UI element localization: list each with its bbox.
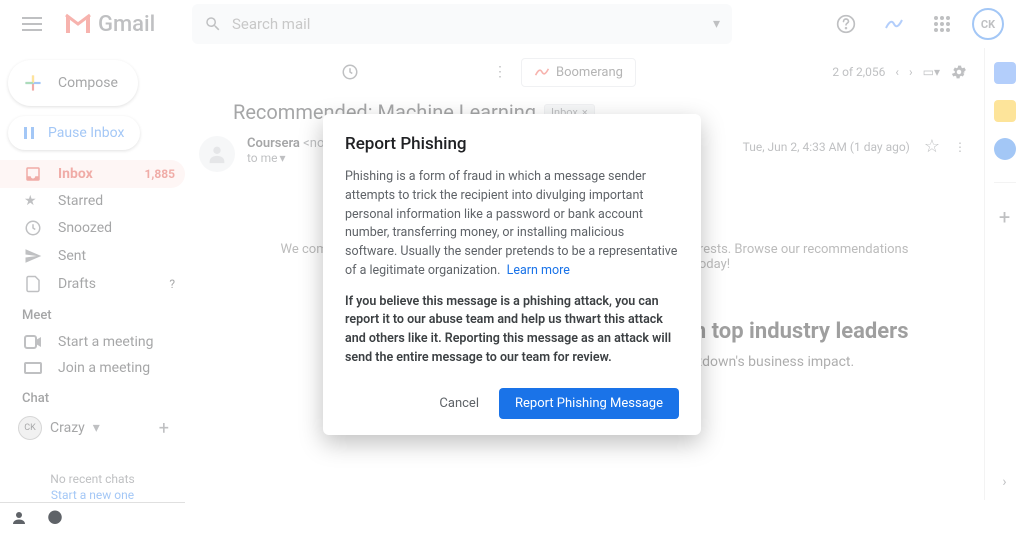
sidebar-footer [0,502,185,533]
cancel-button[interactable]: Cancel [429,388,489,419]
dialog-warning: If you believe this message is a phishin… [345,293,679,368]
person-icon[interactable] [10,509,28,527]
dialog-description: Phishing is a form of fraud in which a m… [345,168,679,281]
report-phishing-dialog: Report Phishing Phishing is a form of fr… [323,114,701,435]
dialog-title: Report Phishing [345,134,679,154]
report-phishing-button[interactable]: Report Phishing Message [499,388,679,419]
hangouts-icon[interactable] [46,509,64,527]
learn-more-link[interactable]: Learn more [507,263,570,278]
modal-overlay: Report Phishing Phishing is a form of fr… [0,0,1024,500]
